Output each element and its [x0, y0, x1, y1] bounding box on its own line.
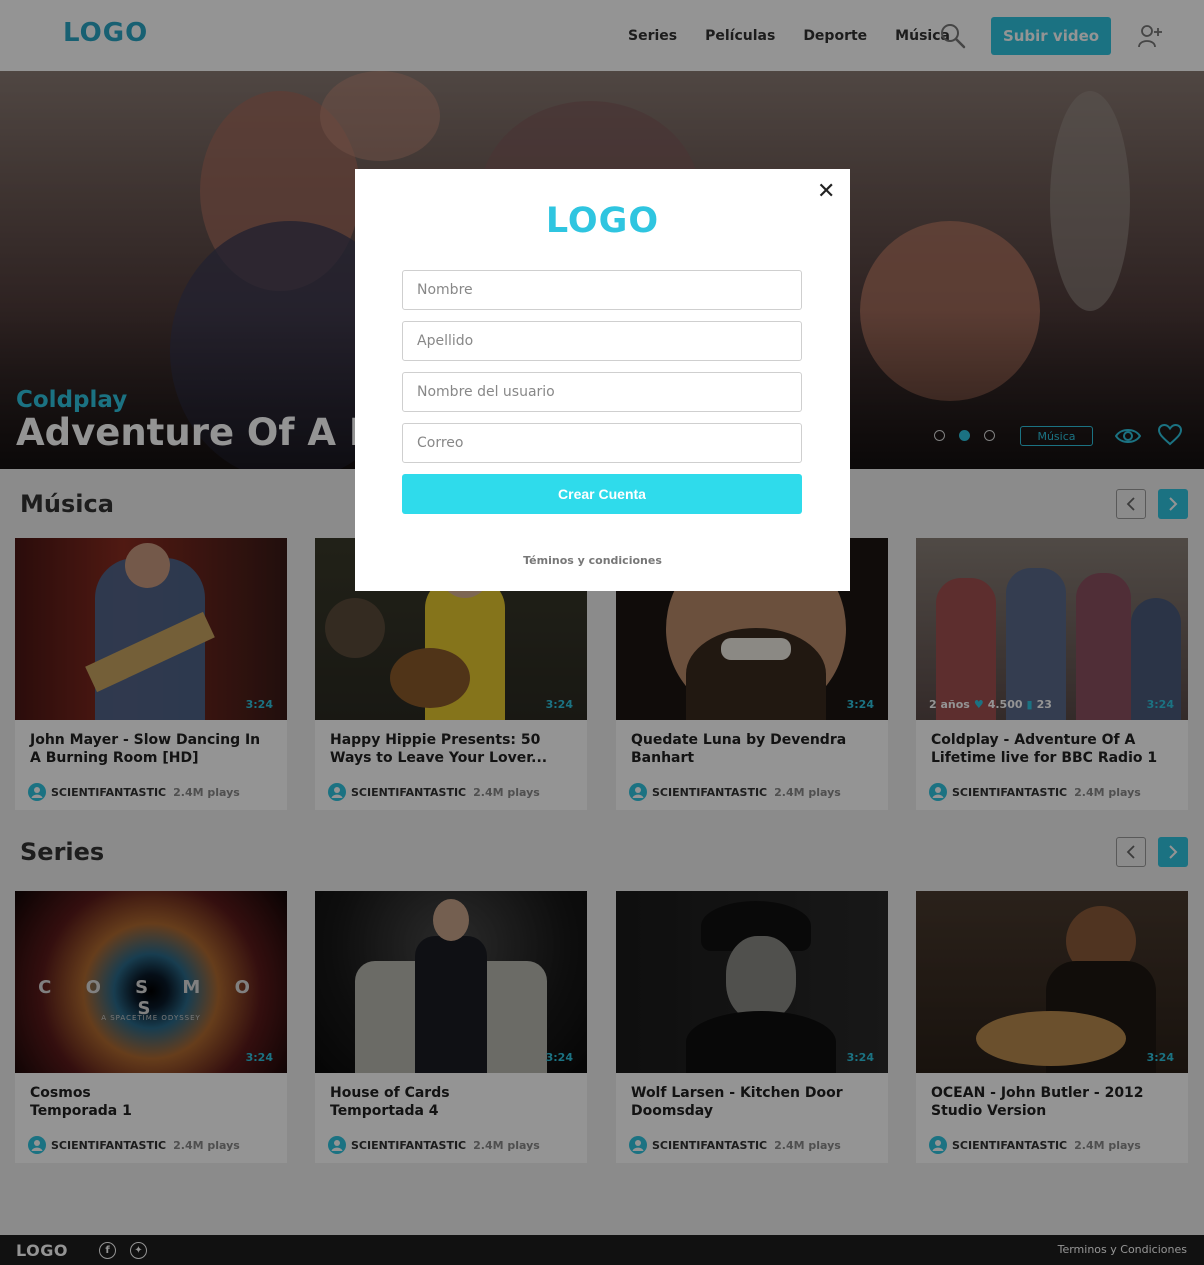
email-input[interactable]: [402, 423, 802, 463]
username-input[interactable]: [402, 372, 802, 412]
modal-logo: LOGO: [545, 201, 660, 241]
nombre-input[interactable]: [402, 270, 802, 310]
signup-modal: ✕ LOGO Crear Cuenta Téminos y condicione…: [355, 169, 850, 591]
terms-link[interactable]: Téminos y condiciones: [355, 554, 830, 567]
create-account-button[interactable]: Crear Cuenta: [402, 474, 802, 514]
apellido-input[interactable]: [402, 321, 802, 361]
